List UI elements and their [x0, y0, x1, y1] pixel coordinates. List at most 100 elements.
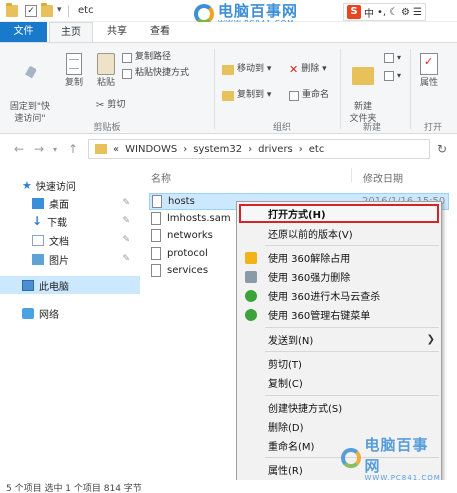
menu-360-trojan-scan[interactable]: 使用 360进行木马云查杀	[237, 286, 441, 305]
copy-path-button[interactable]: 复制路径	[122, 51, 171, 64]
new-group-label: 新建	[362, 123, 381, 133]
menu-copy[interactable]: 复制(C)	[237, 373, 441, 392]
ime-chinese-mode[interactable]: 中	[364, 5, 374, 20]
menu-label: 使用 360进行木马云查杀	[268, 292, 381, 303]
rename-button[interactable]: 重命名	[289, 89, 329, 102]
pin-icon	[20, 65, 40, 87]
new-folder-button[interactable]: 新建 文件夹	[344, 51, 382, 125]
ime-moon-icon[interactable]: ☾	[389, 7, 398, 18]
menu-360-manage-context[interactable]: 使用 360管理右键菜单	[237, 305, 441, 324]
ime-punctuation[interactable]: •,	[377, 7, 386, 18]
ime-logo-icon[interactable]: S	[347, 5, 361, 19]
menu-restore-previous[interactable]: 还原以前的版本(V)	[237, 224, 441, 243]
breadcrumb-drivers[interactable]: drivers	[258, 144, 293, 155]
download-icon: ↓	[32, 214, 43, 228]
up-arrow-icon[interactable]: ↑	[68, 142, 78, 156]
back-arrow-icon[interactable]: ←	[14, 142, 24, 156]
tab-file[interactable]: 文件	[0, 22, 47, 42]
nav-quick-access[interactable]: ★ 快速访问	[0, 176, 140, 194]
pin-icon[interactable]: ✎	[122, 216, 130, 226]
delete-button[interactable]: ✕ 删除 ▾	[289, 63, 327, 76]
clipboard-icon	[97, 53, 115, 75]
menu-cut[interactable]: 剪切(T)	[237, 354, 441, 373]
file-icon	[152, 195, 162, 208]
move-to-button[interactable]: 移动到 ▾	[222, 63, 271, 76]
ribbon-tabs: 文件 主页 共享 查看	[0, 22, 457, 42]
nav-network-label: 网络	[39, 309, 59, 321]
ime-toolbar[interactable]: S 中 •, ☾ ⚙ ☰	[343, 3, 426, 21]
properties-quick-icon[interactable]: ✓	[25, 5, 37, 17]
nav-documents[interactable]: 文档 ✎	[0, 231, 140, 249]
menu-send-to[interactable]: 发送到(N) ❯	[237, 330, 441, 349]
nav-downloads[interactable]: ↓ 下载 ✎	[0, 212, 140, 230]
star-icon: ★	[22, 178, 32, 192]
breadcrumb-overflow[interactable]: «	[113, 144, 119, 155]
breadcrumb-separator[interactable]: ›	[248, 144, 252, 155]
ime-settings-icon[interactable]: ⚙	[401, 7, 410, 18]
menu-open-with[interactable]: 打开方式(H)	[239, 204, 439, 223]
title-bar: ✓ ▾ etc 电脑百事网 WWW.PC841.COM S 中 •, ☾ ⚙ ☰	[0, 0, 457, 27]
paste-button[interactable]: 粘贴	[92, 53, 120, 89]
documents-icon	[32, 234, 44, 246]
new-item-button[interactable]: ▾	[384, 51, 401, 64]
copy-button[interactable]: 复制	[60, 53, 88, 89]
ime-menu-icon[interactable]: ☰	[413, 7, 422, 18]
menu-create-shortcut[interactable]: 创建快捷方式(S)	[237, 398, 441, 417]
breadcrumb-etc[interactable]: etc	[309, 144, 325, 155]
clipboard-group-label: 剪贴板	[93, 123, 121, 133]
paste-shortcut-button[interactable]: 粘贴快捷方式	[122, 67, 189, 80]
breadcrumb-separator[interactable]: ›	[299, 144, 303, 155]
menu-separator	[265, 395, 439, 396]
nav-network[interactable]: 网络	[0, 304, 140, 322]
file-name: services	[167, 265, 209, 276]
pin-icon[interactable]: ✎	[122, 198, 130, 208]
nav-desktop-label: 桌面	[49, 199, 69, 211]
nav-pictures[interactable]: 图片 ✎	[0, 250, 140, 268]
menu-360-unlock[interactable]: 使用 360解除占用	[237, 248, 441, 267]
pin-icon[interactable]: ✎	[122, 235, 130, 245]
easy-access-button[interactable]: ▾	[384, 69, 401, 82]
column-header-date[interactable]: 修改日期	[363, 170, 403, 185]
tab-home[interactable]: 主页	[49, 22, 93, 42]
group-separator	[214, 49, 215, 129]
copy-to-icon	[222, 90, 234, 101]
rename-label: 重命名	[302, 90, 330, 100]
breadcrumb-windows[interactable]: WINDOWS	[125, 144, 177, 155]
window-title: etc	[78, 5, 94, 16]
new-folder-icon	[352, 67, 374, 85]
menu-360-force-delete[interactable]: 使用 360强力删除	[237, 267, 441, 286]
watermark-logo: 电脑百事网 WWW.PC841.COM	[341, 434, 441, 482]
copy-icon	[66, 53, 82, 75]
forward-arrow-icon[interactable]: →	[34, 142, 44, 156]
breadcrumb-separator[interactable]: ›	[183, 144, 187, 155]
360-shield-icon	[245, 308, 257, 321]
refresh-icon[interactable]: ↻	[437, 142, 447, 156]
address-bar[interactable]: « WINDOWS › system32 › drivers › etc	[88, 139, 430, 159]
copy-to-button[interactable]: 复制到 ▾	[222, 89, 271, 102]
pin-icon[interactable]: ✎	[122, 254, 130, 264]
column-separator[interactable]	[351, 168, 352, 182]
nav-desktop[interactable]: 桌面 ✎	[0, 194, 140, 212]
properties-label: 属性	[419, 78, 438, 88]
breadcrumb-system32[interactable]: system32	[193, 144, 242, 155]
menu-label: 使用 360管理右键菜单	[268, 311, 371, 322]
pin-quick-access-button[interactable]: 固定到"快 速访问"	[4, 53, 56, 125]
nav-documents-label: 文档	[49, 236, 69, 248]
properties-button[interactable]: 属性	[414, 53, 444, 89]
tab-share[interactable]: 共享	[97, 22, 137, 42]
menu-separator	[265, 245, 439, 246]
file-name: lmhosts.sam	[167, 213, 231, 224]
recent-locations-icon[interactable]: ▾	[53, 145, 57, 154]
new-folder-quick-icon[interactable]	[41, 3, 53, 17]
shredder-icon	[245, 270, 257, 283]
cut-button[interactable]: ✂ 剪切	[96, 99, 125, 112]
new-item-icon	[384, 52, 394, 63]
file-icon	[151, 229, 161, 242]
folder-icon	[6, 3, 18, 17]
menu-label: 发送到(N)	[268, 336, 314, 347]
tab-view[interactable]: 查看	[140, 22, 180, 42]
column-header-name[interactable]: 名称	[151, 170, 171, 185]
nav-pictures-label: 图片	[49, 255, 69, 267]
watermark-name: 电脑百事网	[364, 436, 429, 475]
nav-this-pc[interactable]: 此电脑	[0, 276, 140, 294]
